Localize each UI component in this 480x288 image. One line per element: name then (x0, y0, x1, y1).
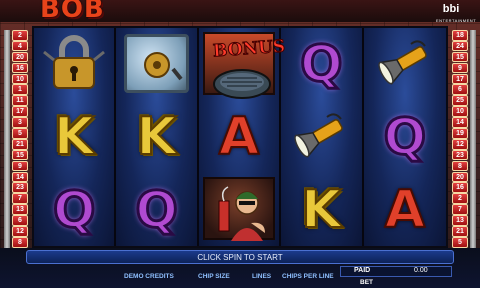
symbol-letter: A (218, 107, 260, 167)
payline-indicator-right[interactable]: 16 (452, 182, 468, 194)
payline-indicator-left[interactable]: 11 (12, 95, 28, 106)
left-pipe (4, 30, 10, 250)
symbol-k: K (116, 101, 196, 174)
payline-indicator-right[interactable]: 6 (452, 84, 468, 96)
payline-indicator-left[interactable]: 21 (12, 138, 28, 150)
padlock-icon (42, 34, 106, 95)
status-message-bar: CLICK SPIN TO START (26, 250, 454, 264)
symbol-bonus: BONUS (199, 28, 286, 101)
demo-credits-label[interactable]: DEMO CREDITS (124, 273, 174, 280)
payline-indicator-left[interactable]: 9 (12, 160, 28, 172)
payline-indicator-right[interactable]: 12 (452, 138, 468, 150)
reel-2: KQ (116, 28, 199, 246)
symbol-q: Q (116, 173, 196, 246)
payline-indicator-left[interactable]: 1 (12, 84, 28, 96)
payline-indicator-right[interactable]: 7 (452, 204, 468, 215)
payline-indicator-right[interactable]: 10 (452, 106, 468, 117)
symbol-a: A (364, 173, 446, 246)
brand-logo: bbi ENTERTAINMENT (436, 3, 476, 27)
safe-icon (124, 34, 189, 93)
reel-1: KQ (34, 28, 117, 246)
paid-label: PAID (354, 267, 371, 274)
flashlight-icon (373, 34, 437, 95)
flashlight-icon (289, 107, 353, 168)
payline-indicator-right[interactable]: 13 (452, 215, 468, 226)
payline-indicator-right[interactable]: 5 (452, 236, 468, 248)
payline-indicator-left[interactable]: 3 (12, 117, 28, 128)
payline-indicator-left[interactable]: 10 (12, 73, 28, 85)
reel-grid: KQ KQ BONUS A Q K Q A (32, 26, 448, 248)
payline-indicator-left[interactable]: 17 (12, 106, 28, 117)
chips-per-line-label[interactable]: CHIPS PER LINE (282, 273, 334, 280)
symbol-letter: Q (134, 180, 179, 239)
payline-indicator-right[interactable]: 8 (452, 160, 468, 172)
payline-indicator-right[interactable]: 20 (452, 171, 468, 183)
symbol-flashlight (364, 28, 446, 101)
payline-indicator-right[interactable]: 23 (452, 149, 468, 161)
reel-5: QA (363, 28, 447, 246)
game-logo: BOB (40, 0, 105, 24)
header-bar: BOB bbi ENTERTAINMENT (0, 0, 480, 24)
payline-indicator-left[interactable]: 2 (12, 30, 28, 41)
symbol-safe (116, 28, 196, 101)
payline-indicator-right[interactable]: 9 (452, 62, 468, 74)
payline-indicator-left[interactable]: 15 (12, 149, 28, 161)
manhole-bonus-icon: BONUS (202, 32, 286, 99)
paid-value: 0.00 (414, 267, 428, 274)
payline-indicator-left[interactable]: 16 (12, 62, 28, 74)
bet-label: BET (360, 279, 373, 286)
payline-indicator-left[interactable]: 12 (12, 226, 28, 237)
robber-dynamite-icon (202, 177, 276, 242)
payline-indicator-right[interactable]: 21 (452, 226, 468, 237)
symbol-letter: K (135, 107, 177, 167)
payline-indicator-left[interactable]: 5 (12, 128, 28, 139)
symbol-letter: Q (51, 180, 96, 239)
lines-label[interactable]: LINES (252, 273, 271, 280)
payline-indicator-left[interactable]: 14 (12, 171, 28, 183)
right-pipe (470, 30, 476, 250)
symbol-padlock (34, 28, 114, 101)
payline-indicator-right[interactable]: 17 (452, 73, 468, 85)
payline-indicator-right[interactable]: 18 (452, 30, 468, 41)
payline-indicator-left[interactable]: 8 (12, 236, 28, 248)
payline-indicator-right[interactable]: 25 (452, 95, 468, 106)
chip-size-label[interactable]: CHIP SIZE (198, 273, 230, 280)
payline-indicator-right[interactable]: 2 (452, 193, 468, 204)
payline-indicator-left[interactable]: 7 (12, 193, 28, 204)
payline-indicators-right: 18 24 15 9 17 6 25 10 14 19 12 23 8 20 16 2 7 13 21 5 (452, 30, 468, 248)
symbol-letter: K (53, 107, 95, 167)
reel-4: Q K (281, 28, 364, 246)
payline-indicator-left[interactable]: 4 (12, 40, 28, 52)
symbol-q: Q (364, 101, 446, 174)
reel-3: BONUS A (198, 28, 286, 246)
payline-indicator-left[interactable]: 20 (12, 51, 28, 63)
payline-indicator-left[interactable]: 6 (12, 215, 28, 226)
payline-indicator-right[interactable]: 24 (452, 40, 468, 52)
symbol-robber (199, 173, 279, 246)
payline-indicator-right[interactable]: 15 (452, 51, 468, 63)
symbol-a: A (199, 101, 279, 174)
symbol-letter: K (300, 179, 342, 240)
symbol-k: K (281, 173, 361, 246)
payline-indicators-left: 2 4 20 16 10 1 11 17 3 5 21 15 9 14 23 7 13 6 12 8 (12, 30, 28, 248)
symbol-letter: Q (382, 108, 427, 166)
symbol-k: K (34, 101, 114, 174)
payline-indicator-left[interactable]: 13 (12, 204, 28, 215)
payline-indicator-left[interactable]: 23 (12, 182, 28, 194)
symbol-flashlight (281, 101, 361, 174)
symbol-letter: A (384, 179, 426, 240)
symbol-q: Q (281, 28, 361, 101)
payline-indicator-right[interactable]: 19 (452, 128, 468, 139)
brand-logo-text: bbi (442, 3, 460, 15)
payline-indicator-right[interactable]: 14 (452, 117, 468, 128)
symbol-letter: Q (299, 35, 344, 94)
symbol-q: Q (34, 173, 114, 246)
